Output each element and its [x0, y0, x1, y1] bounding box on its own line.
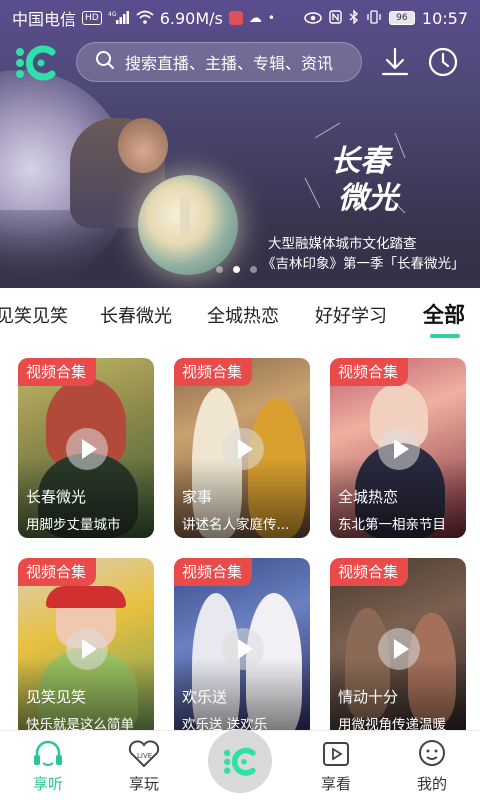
bottom-nav: 享听 LIVE 享玩 享看 我的	[0, 729, 480, 800]
banner-pagination	[216, 266, 257, 273]
banner-caption-line1: 大型融媒体城市文化踏查	[268, 236, 417, 252]
collection-card[interactable]: 视频合集 长春微光 用脚步丈量城市	[18, 358, 154, 538]
download-button[interactable]	[378, 45, 412, 79]
card-title: 情动十分	[338, 688, 399, 706]
changchun-weiguang-logo: 长春 微光	[300, 118, 410, 218]
signal-icon: 4G	[108, 9, 130, 28]
collection-tag: 视频合集	[174, 358, 253, 386]
tab-jianxiao[interactable]: 见笑见笑	[0, 302, 68, 328]
banner-orb-tower	[180, 195, 190, 235]
category-tabs: 见笑见笑 长春微光 全城热恋 好好学习 全部	[0, 290, 480, 340]
nav-label: 我的	[416, 775, 447, 793]
download-icon	[381, 47, 409, 76]
collection-card[interactable]: 视频合集 欢乐送 欢乐送 送欢乐	[174, 558, 310, 738]
play-icon[interactable]	[378, 428, 420, 470]
more-dots-icon: •	[267, 11, 275, 25]
search-bar[interactable]: 搜索直播、主播、专辑、资讯	[76, 42, 362, 82]
nav-label: 享听	[32, 775, 63, 793]
nav-center-logo-button[interactable]	[208, 729, 272, 793]
tab-quancheng-relian[interactable]: 全城热恋	[207, 302, 279, 328]
collection-tag: 视频合集	[330, 558, 409, 586]
banner-caption-line2: 《吉林印象》第一季「长春微光」	[262, 256, 465, 272]
collection-card[interactable]: 视频合集 全城热恋 东北第一相亲节目	[330, 358, 466, 538]
collection-card[interactable]: 视频合集 情动十分 用微视角传递温暖	[330, 558, 466, 738]
clock: 10:57	[421, 8, 468, 28]
nav-watch[interactable]: 享看	[296, 739, 376, 794]
nav-label: 享看	[320, 775, 351, 793]
app-screen: 长春 微光 大型融媒体城市文化踏查 《吉林印象》第一季「长春微光」 中国电信 H…	[0, 0, 480, 800]
play-icon[interactable]	[66, 628, 108, 670]
banner-dot-active[interactable]	[233, 266, 240, 273]
eye-icon	[304, 9, 322, 28]
search-placeholder: 搜索直播、主播、专辑、资讯	[125, 54, 334, 73]
svg-text:LIVE: LIVE	[137, 752, 152, 760]
wifi-icon	[136, 9, 154, 28]
nav-play[interactable]: LIVE 享玩	[104, 739, 184, 794]
history-button[interactable]	[426, 45, 460, 79]
banner-dot[interactable]	[216, 266, 223, 273]
clock-history-icon	[428, 47, 458, 77]
collection-tag: 视频合集	[18, 358, 97, 386]
user-face-icon	[419, 740, 445, 766]
banner-dot[interactable]	[250, 266, 257, 273]
bluetooth-icon	[349, 8, 359, 28]
card-figure-hat	[46, 586, 126, 608]
card-title: 长春微光	[26, 488, 87, 506]
app-logo-icon	[224, 747, 256, 776]
net-speed: 6.90M/s	[159, 8, 223, 28]
card-title: 欢乐送	[182, 688, 228, 706]
card-subtitle: 东北第一相亲节目	[338, 517, 446, 533]
banner-child-head	[118, 118, 168, 173]
tab-changchun-weiguang[interactable]: 长春微光	[100, 302, 172, 328]
app-logo[interactable]	[14, 42, 58, 82]
nfc-icon	[329, 9, 342, 28]
search-icon	[95, 50, 115, 74]
collection-card[interactable]: 视频合集 家事 讲述名人家庭传...	[174, 358, 310, 538]
nav-listen[interactable]: 享听	[8, 739, 88, 794]
svg-text:4G: 4G	[108, 11, 117, 18]
collection-tag: 视频合集	[18, 558, 97, 586]
play-icon[interactable]	[378, 628, 420, 670]
status-bar: 中国电信 HD 4G 6.90M/s ☁ • 96 10:57	[0, 0, 480, 36]
headphones-icon	[34, 740, 62, 766]
tab-haohao-xuexi[interactable]: 好好学习	[315, 302, 387, 328]
nav-label: 享玩	[128, 775, 159, 793]
collection-tag: 视频合集	[174, 558, 253, 586]
card-title: 家事	[182, 488, 213, 506]
hd-badge: HD	[82, 11, 102, 25]
card-title: 见笑见笑	[26, 688, 87, 706]
nav-mine[interactable]: 我的	[392, 739, 472, 794]
collection-tag: 视频合集	[330, 358, 409, 386]
play-icon[interactable]	[222, 428, 264, 470]
live-heart-icon: LIVE	[128, 740, 160, 768]
collection-card[interactable]: 视频合集 见笑见笑 快乐就是这么简单	[18, 558, 154, 738]
top-bar: 搜索直播、主播、专辑、资讯	[0, 40, 480, 86]
carrier-label: 中国电信	[12, 10, 77, 29]
tab-all[interactable]: 全部	[423, 299, 465, 329]
play-icon[interactable]	[66, 428, 108, 470]
card-subtitle: 讲述名人家庭传...	[182, 517, 290, 533]
play-icon[interactable]	[222, 628, 264, 670]
card-subtitle: 用脚步丈量城市	[26, 517, 121, 533]
cloud-icon: ☁	[248, 10, 262, 26]
card-title: 全城热恋	[338, 488, 399, 506]
vibrate-icon	[366, 9, 382, 28]
logo-text-line2: 微光	[338, 181, 398, 216]
active-tab-indicator	[430, 334, 460, 338]
app-notification-icon	[228, 11, 243, 25]
video-play-icon	[323, 742, 349, 766]
battery-indicator: 96	[388, 11, 415, 25]
